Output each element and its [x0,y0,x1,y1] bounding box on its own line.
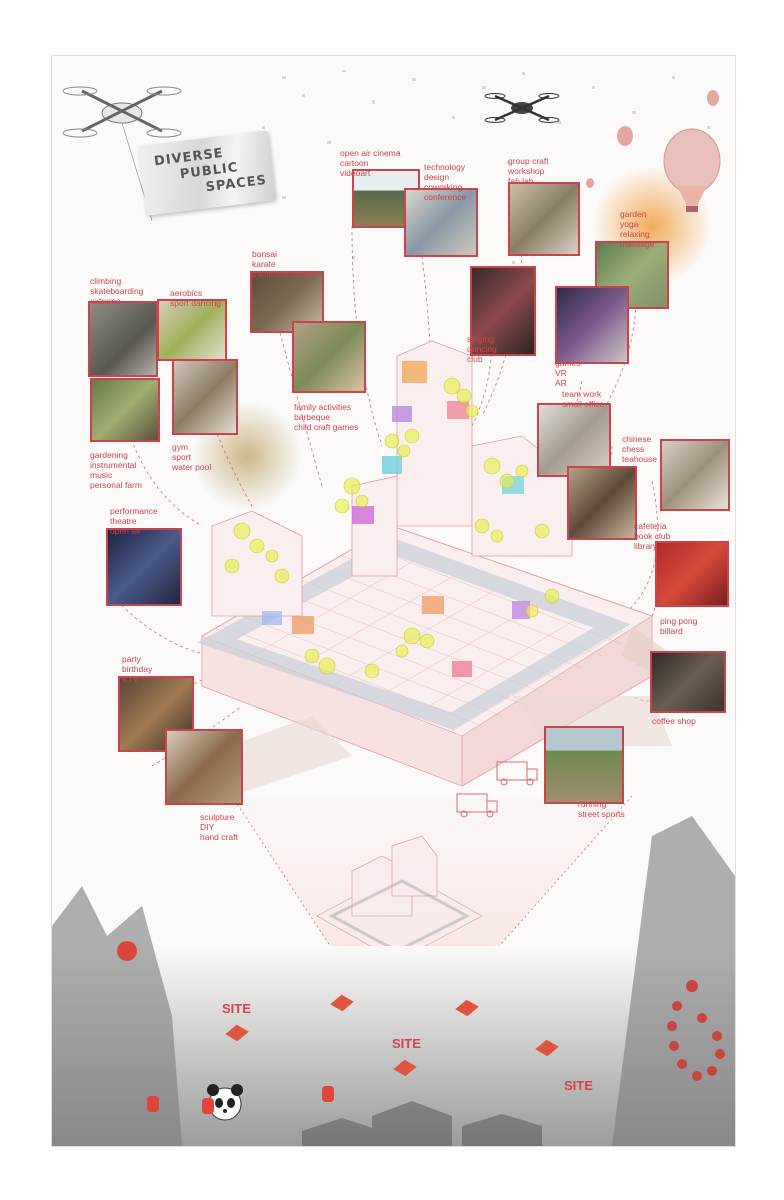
site-label: SITE [564,1078,593,1093]
label-performance: performance theatre open air [110,506,158,536]
photo-coffee [650,651,726,713]
label-cafeteria: cafeteria book club library [634,521,671,551]
photo-sculpture [165,729,243,805]
label-climbing: climbing skateboarding extreme [90,276,144,306]
label-party: party birthday KTV [122,654,153,684]
isometric-building [197,340,702,796]
label-cinema: open air cinema cartoon videoart [340,148,401,178]
photo-chinese [567,466,637,540]
label-family: family activities barbeque child craft gam… [294,402,359,432]
label-chinese: chinese chess teahouse [622,434,657,464]
label-pingpong: ping pong billard [660,616,698,636]
label-teamwork: team work small office [562,389,605,409]
site-label: SITE [392,1036,421,1051]
banner-title: DIVERSE PUBLIC SPACES [153,145,268,196]
label-gardening: gardening instrumental music personal farm [90,450,142,490]
poster: DIVERSE PUBLIC SPACES climbing skateboard… [51,55,736,1147]
label-coffee: coffee shop [652,716,696,726]
photo-gym [172,359,238,435]
label-running: running street sports [578,799,625,819]
label-bonsai: bonsai karate traditional garden [252,249,318,279]
label-gym: gym sport water pool [172,442,212,472]
label-singing: singing dancing club [467,334,497,364]
photo-cafeteria [660,439,730,511]
label-garden: garden yoga relaxing massage [620,209,655,249]
site-label: SITE [222,1001,251,1016]
label-craft: group craft workshop fab lab [508,156,549,186]
label-technology: technology design coworking conference [424,162,467,202]
label-sculpture: sculpture DIY hand craft [200,812,238,842]
drone-icon [484,93,560,123]
photo-gardening [90,378,160,442]
photo-family [292,321,366,393]
label-aerobics: aerobics sport dancing [170,288,222,308]
